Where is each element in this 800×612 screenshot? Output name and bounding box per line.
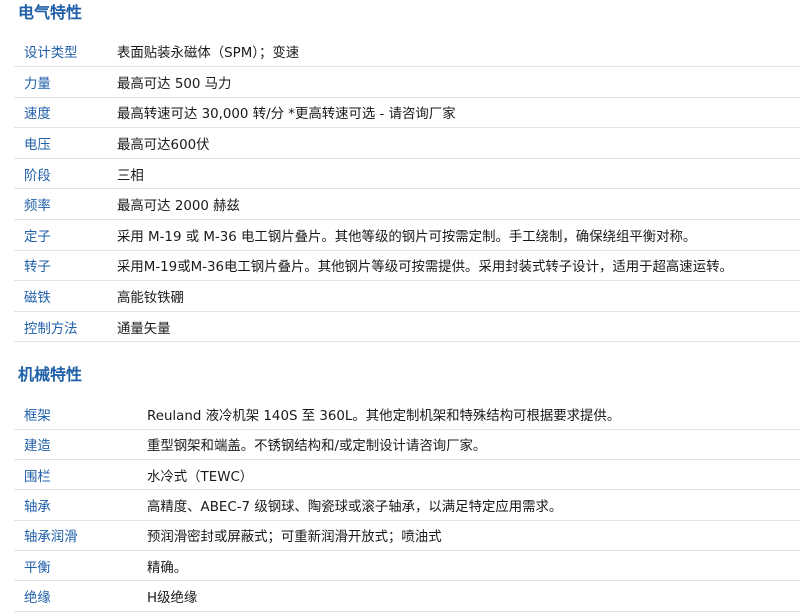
spec-value: 预润滑密封或屏蔽式；可重新润滑开放式；喷油式 xyxy=(147,530,442,546)
mechanical-spec-table: 框架 Reuland 液冷机架 140S 至 360L。其他定制机架和特殊结构可根… xyxy=(14,399,800,612)
spec-label: 阶段 xyxy=(24,168,51,184)
spec-label: 力量 xyxy=(24,76,51,92)
mechanical-section-title: 机械特性 xyxy=(18,365,83,384)
table-row: 速度 最高转速可达 30,000 转/分 *更高转速可选 - 请咨询厂家 xyxy=(14,97,800,128)
spec-label: 磁铁 xyxy=(24,291,51,307)
spec-value: 重型钢架和端盖。不锈钢结构和/或定制设计请咨询厂家。 xyxy=(147,439,487,455)
spec-value: 高精度、ABEC-7 级钢球、陶瓷球或滚子轴承，以满足特定应用需求。 xyxy=(147,500,563,516)
electrical-section-title: 电气特性 xyxy=(18,3,83,22)
spec-label: 定子 xyxy=(24,229,51,245)
spec-label: 速度 xyxy=(24,107,51,123)
spec-label: 电压 xyxy=(24,138,51,154)
spec-label: 平衡 xyxy=(24,560,51,576)
table-row: 磁铁 高能钕铁硼 xyxy=(14,281,800,312)
electrical-spec-table: 设计类型 表面贴装永磁体（SPM）；变速 力量 最高可达 500 马力 速度 最高转速… xyxy=(14,36,800,342)
spec-label: 建造 xyxy=(24,439,51,455)
spec-value: 最高可达 2000 赫兹 xyxy=(117,199,240,215)
spec-value: 精确。 xyxy=(147,560,188,576)
spec-label: 控制方法 xyxy=(24,321,78,337)
spec-value: 采用M-19或M-36电工钢片叠片。其他钢片等级可按需提供。采用封装式转子设计，… xyxy=(117,260,733,276)
spec-value: Reuland 液冷机架 140S 至 360L。其他定制机架和特殊结构可根据要… xyxy=(147,408,621,424)
spec-value: 最高转速可达 30,000 转/分 *更高转速可选 - 请咨询厂家 xyxy=(117,107,456,123)
table-row: 平衡 精确。 xyxy=(14,550,800,581)
table-row: 围栏 水冷式（TEWC） xyxy=(14,460,800,490)
spec-value: H级绝缘 xyxy=(147,590,198,606)
table-row: 转子 采用M-19或M-36电工钢片叠片。其他钢片等级可按需提供。采用封装式转子设… xyxy=(14,250,800,281)
table-row: 力量 最高可达 500 马力 xyxy=(14,67,800,98)
spec-value: 水冷式（TEWC） xyxy=(147,469,254,485)
spec-label: 框架 xyxy=(24,408,51,424)
table-row: 设计类型 表面贴装永磁体（SPM）；变速 xyxy=(14,36,800,67)
spec-label: 绝缘 xyxy=(24,590,51,606)
spec-label: 设计类型 xyxy=(24,46,78,62)
spec-value: 三相 xyxy=(117,168,144,184)
table-row: 轴承润滑 预润滑密封或屏蔽式；可重新润滑开放式；喷油式 xyxy=(14,520,800,551)
spec-value: 通量矢量 xyxy=(117,321,171,337)
table-row: 建造 重型钢架和端盖。不锈钢结构和/或定制设计请咨询厂家。 xyxy=(14,429,800,460)
spec-value: 最高可达 500 马力 xyxy=(117,76,232,92)
spec-value: 表面贴装永磁体（SPM）；变速 xyxy=(117,46,300,62)
spec-label: 转子 xyxy=(24,260,51,276)
table-row: 定子 采用 M-19 或 M-36 电工钢片叠片。其他等级的钢片可按需定制。手工绕… xyxy=(14,220,800,251)
table-row: 阶段 三相 xyxy=(14,158,800,189)
spec-value: 高能钕铁硼 xyxy=(117,291,184,307)
spec-label: 围栏 xyxy=(24,469,51,485)
table-row: 控制方法 通量矢量 xyxy=(14,311,800,342)
table-row: 绝缘 H级绝缘 xyxy=(14,581,800,612)
spec-value: 采用 M-19 或 M-36 电工钢片叠片。其他等级的钢片可按需定制。手工绕制，… xyxy=(117,229,697,245)
table-row: 频率 最高可达 2000 赫兹 xyxy=(14,189,800,220)
spec-label: 轴承 xyxy=(24,500,51,516)
spec-label: 频率 xyxy=(24,199,51,215)
spec-label: 轴承润滑 xyxy=(24,530,78,546)
spec-value: 最高可达600伏 xyxy=(117,138,210,154)
table-row: 电压 最高可达600伏 xyxy=(14,128,800,159)
table-row: 框架 Reuland 液冷机架 140S 至 360L。其他定制机架和特殊结构可根… xyxy=(14,399,800,430)
table-row: 轴承 高精度、ABEC-7 级钢球、陶瓷球或滚子轴承，以满足特定应用需求。 xyxy=(14,490,800,521)
